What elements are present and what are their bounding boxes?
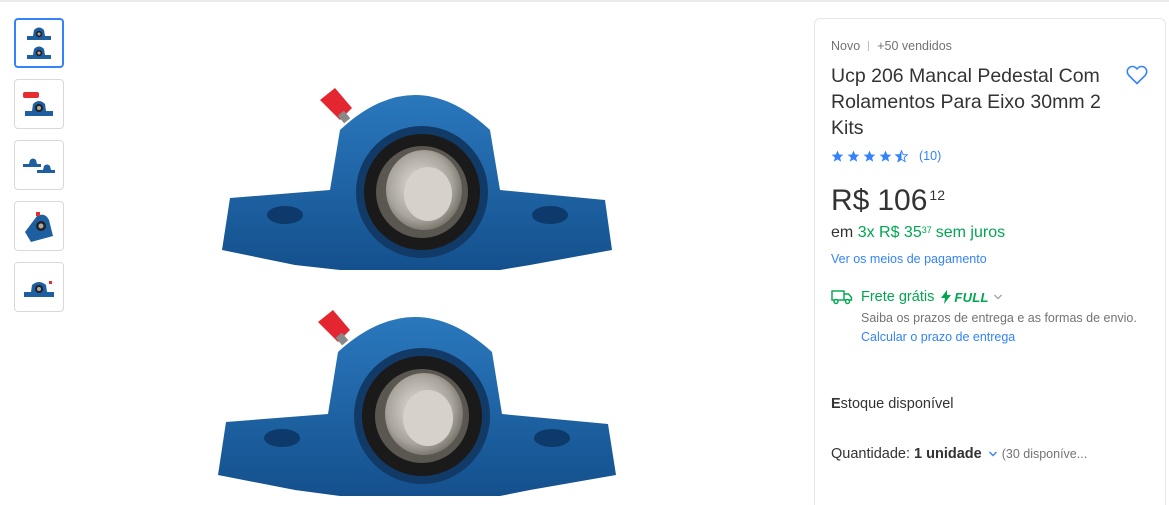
star-full-icon <box>847 150 860 162</box>
subtitle-divider <box>868 41 870 51</box>
lightning-icon <box>941 290 952 304</box>
truck-icon <box>831 290 853 305</box>
sold-count: +50 vendidos <box>877 39 952 53</box>
calculate-delivery-link[interactable]: Calcular o prazo de entrega <box>861 330 1151 344</box>
installments-suffix: sem juros <box>935 224 1006 241</box>
star-full-icon <box>879 150 892 162</box>
chevron-down-icon[interactable] <box>988 449 998 459</box>
star-half-icon <box>895 149 908 163</box>
stock-status-initial: E <box>831 396 841 412</box>
star-full-icon <box>831 150 844 162</box>
bearing-front-thumb-icon <box>24 281 54 297</box>
quantity-available: (30 disponíve... <box>1001 447 1088 461</box>
thumbnail-3[interactable] <box>14 140 64 190</box>
price-currency: R$ <box>831 184 870 217</box>
stock-status-text: stoque disponível <box>840 396 954 412</box>
full-badge: FULL <box>940 290 988 305</box>
thumbnail-2[interactable] <box>14 79 64 129</box>
full-badge-label: FULL <box>954 289 989 305</box>
bearing-pair-thumb-icon <box>27 27 51 59</box>
chevron-down-icon[interactable] <box>993 292 1003 302</box>
installments: em 3x R$ 35 37 sem juros <box>831 224 1005 242</box>
quantity-selector: Quantidade: 1 unidade (30 disponíve... <box>831 446 1087 462</box>
quantity-value[interactable]: 1 unidade <box>914 446 982 462</box>
free-shipping-label: Frete grátis <box>861 289 935 305</box>
payment-methods-link[interactable]: Ver os meios de pagamento <box>831 252 987 266</box>
heart-icon[interactable] <box>1125 63 1149 87</box>
rating-stars[interactable]: (10) <box>831 149 941 163</box>
quantity-label: Quantidade: <box>831 446 911 462</box>
star-full-icon <box>863 150 876 162</box>
thumbnail-4[interactable] <box>14 201 64 251</box>
bearing-promo-thumb-icon <box>23 92 53 116</box>
purchase-panel: Novo +50 vendidos Ucp 206 Mancal Pedesta… <box>814 18 1166 505</box>
product-subtitle: Novo +50 vendidos <box>831 39 952 53</box>
price-cents: 12 <box>929 187 945 203</box>
thumbnail-list <box>14 18 64 323</box>
stock-status: Estoque disponível <box>831 396 954 412</box>
product-title: Ucp 206 Mancal Pedestal Com Rolamentos P… <box>831 65 1101 139</box>
thumbnail-1[interactable] <box>14 18 64 68</box>
top-divider <box>0 0 1169 2</box>
installments-price: 3x R$ 35 <box>857 224 922 241</box>
bearing-unit-bottom <box>218 310 616 496</box>
shipping-info: Saiba os prazos de entrega e as formas d… <box>861 311 1137 325</box>
price: R$ 106 12 <box>831 183 945 219</box>
installments-prefix: em <box>831 224 854 241</box>
price-integer: 106 <box>877 184 928 217</box>
shipping-section: Frete grátis FULL Saiba os prazos de ent… <box>831 289 1151 344</box>
thumbnail-5[interactable] <box>14 262 64 312</box>
installments-cents: 37 <box>921 225 932 235</box>
bearing-side-thumb-icon <box>23 158 55 173</box>
bearing-angle-thumb-icon <box>25 212 53 242</box>
product-main-image[interactable] <box>200 60 640 505</box>
reviews-count[interactable]: (10) <box>919 149 941 163</box>
condition-label: Novo <box>831 39 861 53</box>
bearing-unit-top <box>222 88 612 270</box>
